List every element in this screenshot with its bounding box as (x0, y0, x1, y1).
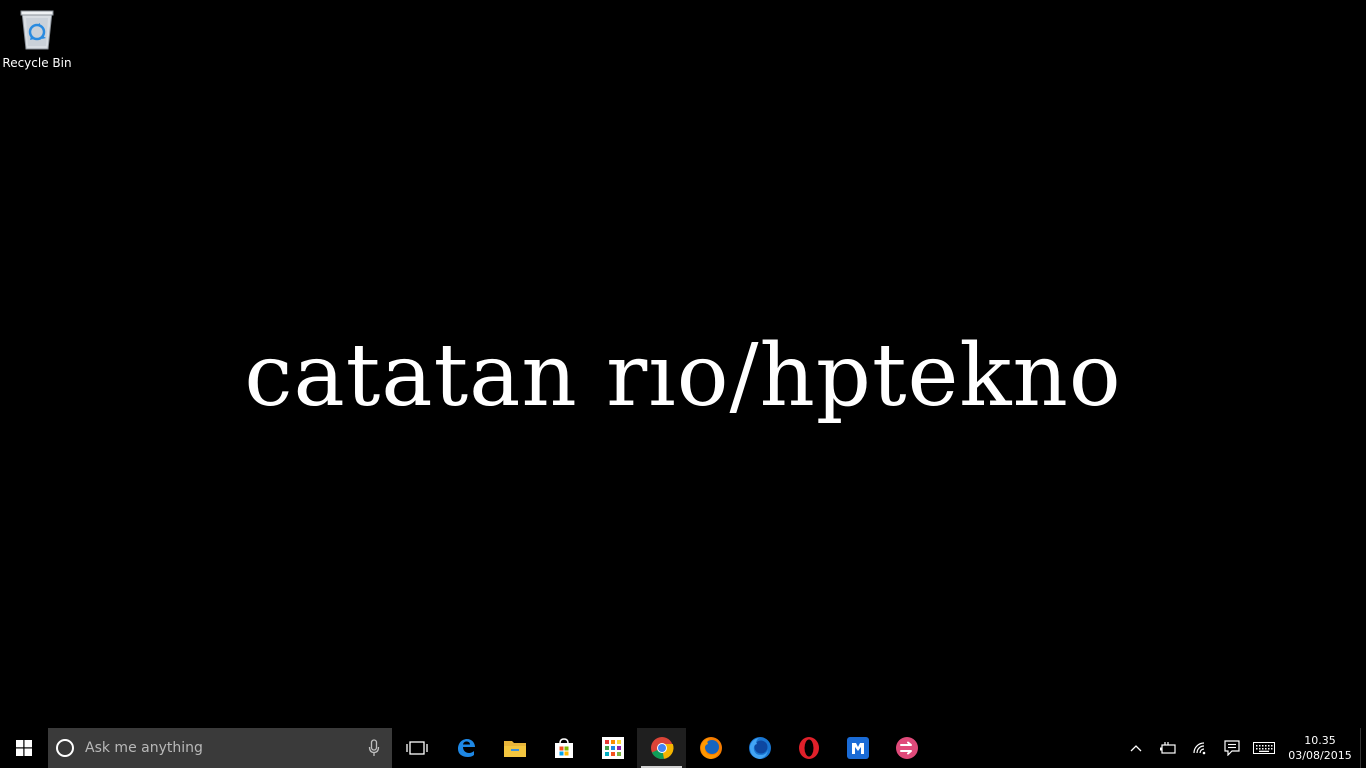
edge-icon (457, 739, 475, 757)
taskbar: 10.35 03/08/2015 (0, 728, 1366, 768)
clock-date: 03/08/2015 (1288, 749, 1352, 762)
keyboard-icon (1253, 742, 1275, 754)
network-button[interactable] (1184, 728, 1216, 768)
firefox-blue-icon (748, 737, 771, 759)
chrome-icon (650, 737, 674, 759)
taskbar-app-store[interactable] (539, 728, 588, 768)
taskbar-app-opera[interactable] (784, 728, 833, 768)
battery-icon (1160, 742, 1176, 754)
taskbar-app-chrome[interactable] (637, 728, 686, 768)
clock-time: 10.35 (1304, 734, 1336, 747)
taskbar-app-file-explorer[interactable] (490, 728, 539, 768)
cortana-icon (56, 739, 74, 757)
system-tray: 10.35 03/08/2015 (1120, 728, 1366, 768)
taskbar-app-launcher[interactable] (588, 728, 637, 768)
taskbar-app-edge[interactable] (441, 728, 490, 768)
desktop[interactable]: Recycle Bin catatan rıo/hptekno (0, 0, 1366, 728)
maxthon-icon (846, 737, 869, 759)
taskbar-app-maxthon[interactable] (833, 728, 882, 768)
start-button[interactable] (0, 728, 48, 768)
recycle-bin-label: Recycle Bin (2, 56, 72, 70)
firefox-icon (699, 737, 722, 759)
taskbar-app-firefox[interactable] (686, 728, 735, 768)
cortana-search-box[interactable] (48, 728, 392, 768)
desktop-icon-recycle-bin[interactable]: Recycle Bin (2, 6, 72, 70)
wallpaper-watermark: catatan rıo/hptekno (244, 326, 1122, 426)
show-hidden-icons-button[interactable] (1120, 728, 1152, 768)
windows-logo-icon (16, 740, 32, 756)
microphone-icon[interactable] (356, 728, 392, 768)
show-desktop-button[interactable] (1360, 728, 1366, 768)
task-view-icon (405, 741, 428, 755)
action-center-button[interactable] (1216, 728, 1248, 768)
task-view-button[interactable] (392, 728, 441, 768)
action-center-icon (1224, 740, 1240, 756)
taskbar-app-pink[interactable] (882, 728, 931, 768)
chevron-up-icon (1130, 745, 1142, 752)
taskbar-app-firefox-developer[interactable] (735, 728, 784, 768)
file-explorer-icon (503, 741, 526, 757)
app-grid-icon (601, 737, 624, 759)
clock[interactable]: 10.35 03/08/2015 (1280, 728, 1360, 768)
store-icon (554, 738, 573, 758)
recycle-bin-icon (20, 10, 54, 50)
opera-icon (798, 737, 819, 759)
pink-arrow-icon (895, 737, 918, 759)
battery-button[interactable] (1152, 728, 1184, 768)
search-input[interactable] (85, 740, 356, 756)
touch-keyboard-button[interactable] (1248, 728, 1280, 768)
wifi-icon (1193, 742, 1206, 755)
